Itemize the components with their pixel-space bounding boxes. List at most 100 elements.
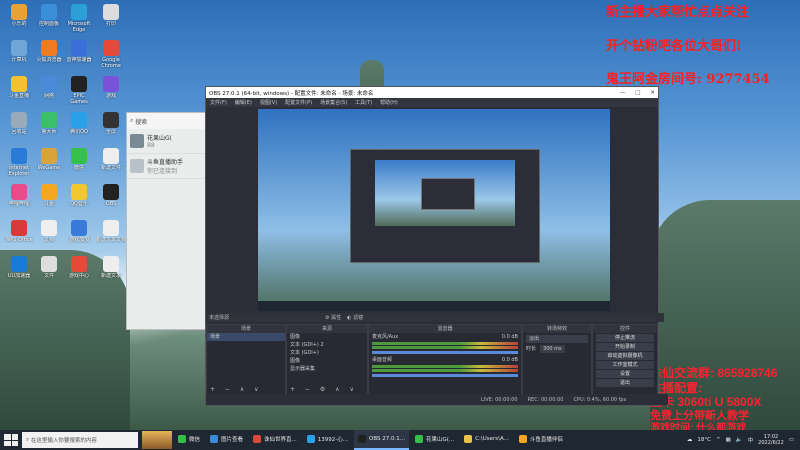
menu-view[interactable]: 视图(V) <box>260 99 277 106</box>
taskbar-app[interactable]: 图片查看 <box>206 430 247 448</box>
desktop-icon-label: 鲁大师 <box>41 129 57 135</box>
chat-search-bar[interactable]: ⌕ 搜索 <box>127 113 207 129</box>
menu-profile[interactable]: 配置文件(P) <box>285 99 312 106</box>
desktop-icon[interactable]: 微信 <box>64 146 94 184</box>
source-item[interactable]: 图像 <box>287 357 367 365</box>
desktop-icon[interactable]: 新建文本文档 <box>96 218 126 256</box>
settings-button[interactable]: 设置 <box>596 370 654 378</box>
desktop-icon[interactable]: 网络 <box>34 74 64 112</box>
studio-mode-button[interactable]: 工作室模式 <box>596 361 654 369</box>
live-status: LIVE: 00:00:00 <box>481 396 518 403</box>
menu-edit[interactable]: 编辑(E) <box>235 99 252 106</box>
volume-slider[interactable] <box>372 374 518 377</box>
taskbar-widget-image[interactable] <box>142 431 172 449</box>
taskbar-app-label: 花果山G(... <box>426 437 455 443</box>
menu-help[interactable]: 帮助(H) <box>380 99 398 106</box>
clock[interactable]: 17:02 2022/6/22 <box>758 434 784 446</box>
obs-titlebar[interactable]: OBS 27.0.1 (64-bit, windows) - 配置文件: 未命名… <box>206 87 658 98</box>
avatar <box>130 159 144 173</box>
desktop-icon[interactable]: 控制面板 <box>34 2 64 40</box>
desktop-icon[interactable]: 游戏加加 <box>64 218 94 256</box>
desktop-icon[interactable]: Microsoft Edge <box>64 2 94 40</box>
menu-file[interactable]: 文件(F) <box>210 99 227 106</box>
desktop-icon[interactable]: 计算机 <box>4 38 34 76</box>
desktop-icon-label: UU加速器 <box>7 273 31 279</box>
source-item[interactable]: 图像 <box>287 333 367 341</box>
desktop-icon[interactable]: 新建文本 <box>96 254 126 292</box>
source-item[interactable]: 显示器采集 <box>287 365 367 373</box>
desktop-icon[interactable]: 全屏 <box>96 110 126 148</box>
desktop-icon[interactable]: 鲁大师 <box>34 110 64 148</box>
desktop-icon[interactable]: 游戏 <box>96 74 126 112</box>
taskbar-app[interactable]: OBS 27.0.1... <box>354 430 409 450</box>
rec-status: REC: 00:00:00 <box>527 396 564 403</box>
weather-temp[interactable]: 18°C <box>697 437 711 443</box>
desktop-icon[interactable]: Google Chrome <box>96 38 126 76</box>
desktop-icon[interactable]: 新建文件 <box>96 146 126 184</box>
desktop-icon[interactable]: OBS <box>96 182 126 220</box>
overlay-text-3: 鬼王阿金房间号: 9277454 <box>606 72 770 87</box>
minimize-button[interactable]: — <box>620 90 626 96</box>
source-item[interactable]: 文本 (GDI+) 2 <box>287 341 367 349</box>
desktop-icon[interactable]: EPIC Games Launcher <box>64 74 94 112</box>
duration-input[interactable]: 300 ms <box>540 345 565 353</box>
input-language[interactable]: 中 <box>748 436 754 444</box>
taskbar-search-input[interactable]: 在这里输入你要搜索的内容 <box>31 436 97 444</box>
desktop-icon[interactable]: 斗鱼 <box>34 182 64 220</box>
stop-streaming-button[interactable]: 停止推流 <box>596 334 654 342</box>
weather-icon[interactable]: ☁ <box>687 437 693 443</box>
taskbar-app[interactable]: 微信 <box>174 430 204 448</box>
desktop-icon[interactable]: 文件 <box>34 254 64 292</box>
chat-list-item[interactable]: 斗鱼直播助手 你已连接到 <box>127 154 207 179</box>
desktop-icon-label: Internet Explorer <box>8 165 30 177</box>
chat-list-item[interactable]: 花果山G(88 <box>127 129 207 154</box>
desktop-icon[interactable]: 回收站 <box>4 110 34 148</box>
network-icon[interactable]: ▦ <box>726 437 731 443</box>
desktop-icon[interactable]: 文档 <box>34 218 64 256</box>
obs-window[interactable]: OBS 27.0.1 (64-bit, windows) - 配置文件: 未命名… <box>205 86 668 406</box>
taskbar-app[interactable]: C:\Users\A... <box>460 430 513 448</box>
taskbar-app[interactable]: 13992-心... <box>303 430 352 448</box>
taskbar-app[interactable]: 诛仙世界直... <box>249 430 301 448</box>
taskbar-search[interactable]: ⌕ 在这里输入你要搜索的内容 <box>22 432 138 448</box>
desktop-icon[interactable]: 打印 <box>96 2 126 40</box>
virtual-camera-button[interactable]: 启动虚拟摄像机 <box>596 352 654 360</box>
exit-button[interactable]: 退出 <box>596 379 654 387</box>
desktop-icon[interactable]: 火狐浏览器 <box>34 38 64 76</box>
scene-controls[interactable]: + − ∧ ∨ <box>210 386 263 393</box>
volume-slider[interactable] <box>372 351 518 354</box>
wechat-window[interactable]: ⌕ 搜索 花果山G(88 斗鱼直播助手 你已连接到 <box>126 112 208 330</box>
transition-select[interactable]: 淡出 <box>526 335 588 343</box>
desktop-icon[interactable]: 哔哩哔哩 <box>4 182 34 220</box>
transitions-title: 转场特效 <box>523 325 591 333</box>
taskbar-app[interactable]: 斗鱼直播伴侣 <box>515 430 567 448</box>
desktop-icon[interactable]: 斗鱼直播 <box>4 74 34 112</box>
volume-icon[interactable]: 🔈 <box>736 437 743 443</box>
maximize-button[interactable]: □ <box>635 90 640 96</box>
properties-button[interactable]: ⚙ 属性 <box>325 314 341 321</box>
desktop-icon[interactable]: WPS Office <box>4 218 34 256</box>
desktop-icon[interactable]: UU加速器 <box>4 254 34 292</box>
filters-button[interactable]: ◐ 滤镜 <box>347 314 363 321</box>
desktop-icon[interactable]: 雷神加速器 <box>64 38 94 76</box>
desktop-icon[interactable]: WeGame <box>34 146 64 184</box>
start-recording-button[interactable]: 开始录制 <box>596 343 654 351</box>
desktop-icon[interactable]: 腾讯QQ <box>64 110 94 148</box>
app-icon <box>71 256 87 272</box>
start-button[interactable] <box>4 434 18 446</box>
menu-tools[interactable]: 工具(T) <box>355 99 372 106</box>
notification-icon[interactable]: ▭ <box>789 437 794 443</box>
scene-item[interactable]: 场景 <box>207 333 285 341</box>
taskbar-app[interactable]: 花果山G(... <box>411 430 458 448</box>
source-controls[interactable]: + − ⚙ ∧ ∨ <box>290 386 358 393</box>
menu-scene-collection[interactable]: 场景集合(S) <box>320 99 347 106</box>
desktop-icon[interactable]: 小乐的 <box>4 2 34 40</box>
desktop-icon[interactable]: QQ音乐 <box>64 182 94 220</box>
obs-preview[interactable] <box>258 109 610 311</box>
desktop-icon[interactable]: Internet Explorer <box>4 146 34 184</box>
chat-search-input[interactable]: 搜索 <box>135 117 147 126</box>
tray-up-icon[interactable]: ^ <box>716 437 721 443</box>
close-button[interactable]: ✕ <box>650 90 655 96</box>
desktop-icon[interactable]: 游戏中心 <box>64 254 94 292</box>
source-item[interactable]: 文本 (GDI+) <box>287 349 367 357</box>
